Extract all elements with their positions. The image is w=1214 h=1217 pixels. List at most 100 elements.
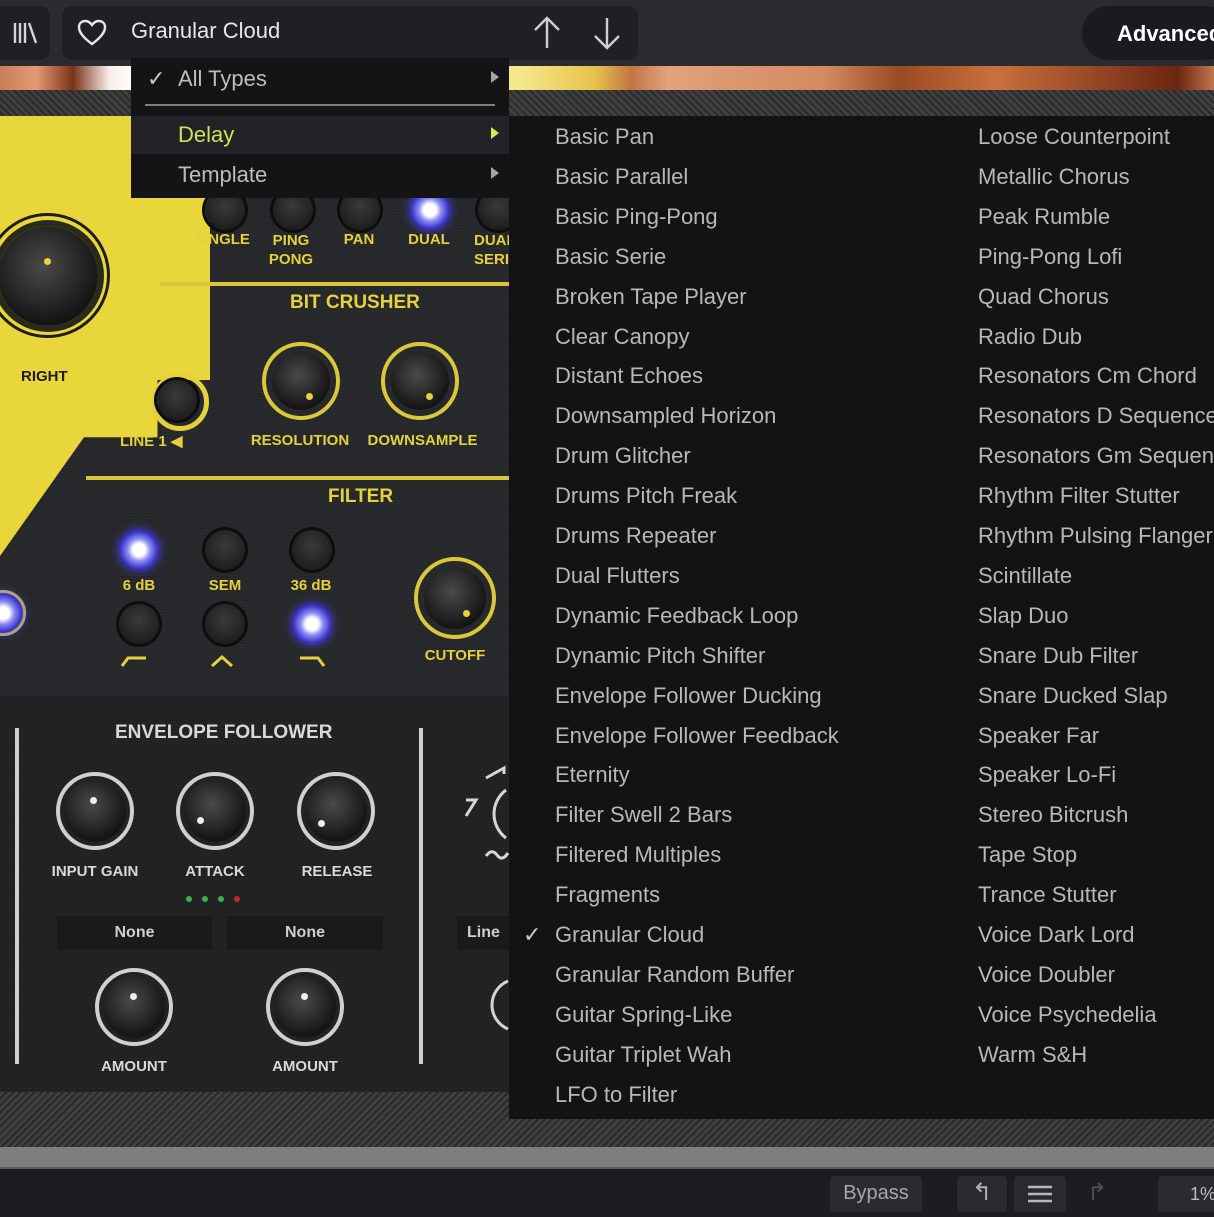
resolution-knob[interactable] (272, 352, 330, 410)
arrow-down-icon[interactable] (590, 14, 624, 52)
preset-item[interactable]: Rhythm Filter Stutter (978, 483, 1180, 509)
preset-item[interactable]: Filtered Multiples (555, 842, 721, 868)
line1-label: LINE 1 ◀ (120, 433, 183, 450)
preset-item[interactable]: Basic Serie (555, 244, 666, 270)
filter-highpass-button[interactable] (292, 604, 332, 644)
preset-item[interactable]: Speaker Lo-Fi (978, 762, 1116, 788)
preset-item[interactable]: Voice Psychedelia (978, 1002, 1157, 1028)
preset-item[interactable]: Metallic Chorus (978, 164, 1130, 190)
preset-item[interactable]: Basic Pan (555, 124, 654, 150)
preset-item[interactable]: Drum Glitcher (555, 443, 691, 469)
preset-item[interactable]: Guitar Triplet Wah (555, 1042, 731, 1068)
preset-item[interactable]: Voice Dark Lord (978, 922, 1135, 948)
preset-item[interactable]: Filter Swell 2 Bars (555, 802, 732, 828)
filter-sem-button[interactable] (205, 530, 245, 570)
section-divider (160, 282, 510, 286)
menu-item-delay[interactable]: Delay (131, 116, 509, 154)
preset-item[interactable]: Resonators Gm Sequence (978, 443, 1214, 469)
preset-item[interactable]: Guitar Spring-Like (555, 1002, 732, 1028)
right-label: RIGHT (21, 368, 68, 385)
preset-item[interactable]: Resonators Cm Chord (978, 363, 1197, 389)
cutoff-label: CUTOFF (424, 647, 486, 664)
preset-item[interactable]: Granular Cloud (555, 922, 704, 948)
preset-item[interactable]: Fragments (555, 882, 660, 908)
knob-indicator (318, 820, 325, 827)
bit-crusher-title: BIT CRUSHER (290, 292, 420, 313)
amount-knob-2[interactable] (274, 976, 336, 1038)
preset-item[interactable]: Quad Chorus (978, 284, 1109, 310)
filter-lowpass-button[interactable] (119, 604, 159, 644)
preset-item[interactable]: Drums Repeater (555, 523, 716, 549)
preset-item[interactable]: Basic Parallel (555, 164, 688, 190)
amount-label: AMOUNT (272, 1058, 338, 1075)
history-button[interactable] (1014, 1176, 1066, 1212)
submenu-arrow-icon (491, 167, 499, 179)
preset-item[interactable]: Voice Doubler (978, 962, 1115, 988)
destination-select[interactable]: None (57, 916, 212, 950)
cutoff-knob[interactable] (424, 567, 486, 629)
preset-item[interactable]: Stereo Bitcrush (978, 802, 1128, 828)
line1-button[interactable] (157, 380, 197, 420)
preset-item[interactable]: Dynamic Feedback Loop (555, 603, 798, 629)
preset-item[interactable]: Slap Duo (978, 603, 1069, 629)
lfo-destination-select[interactable]: Line (457, 916, 510, 950)
library-icon (13, 22, 38, 44)
release-knob[interactable] (305, 780, 367, 842)
advanced-button[interactable]: Advanced (1082, 6, 1214, 60)
preset-item[interactable]: Envelope Follower Ducking (555, 683, 822, 709)
preset-item[interactable]: Scintillate (978, 563, 1072, 589)
attack-label: ATTACK (185, 863, 245, 880)
preset-item[interactable]: Broken Tape Player (555, 284, 747, 310)
preset-item[interactable]: Resonators D Sequence (978, 403, 1214, 429)
lfo-waveform-selector[interactable] (460, 760, 510, 870)
downsample-label: DOWNSAMPLE (367, 432, 478, 449)
preset-item[interactable]: Clear Canopy (555, 324, 690, 350)
input-gain-knob[interactable] (64, 780, 126, 842)
sine-wave-icon (484, 850, 510, 860)
preset-item[interactable]: Envelope Follower Feedback (555, 723, 839, 749)
preset-item[interactable]: Eternity (555, 762, 630, 788)
knob-indicator (44, 258, 51, 265)
preset-item[interactable]: Peak Rumble (978, 204, 1110, 230)
preset-item[interactable]: Downsampled Horizon (555, 403, 776, 429)
attack-knob[interactable] (184, 780, 246, 842)
preset-item[interactable]: Basic Ping-Pong (555, 204, 718, 230)
preset-item[interactable]: Dual Flutters (555, 563, 680, 589)
preset-item[interactable]: Speaker Far (978, 723, 1099, 749)
preset-item[interactable]: LFO to Filter (555, 1082, 677, 1108)
preset-item[interactable]: Drums Pitch Freak (555, 483, 737, 509)
preset-item[interactable]: Radio Dub (978, 324, 1082, 350)
library-button[interactable] (0, 6, 50, 60)
preset-item[interactable]: Dynamic Pitch Shifter (555, 643, 765, 669)
filter-6db-button[interactable] (119, 530, 159, 570)
arrow-up-icon[interactable] (530, 14, 564, 52)
preset-item[interactable]: Loose Counterpoint (978, 124, 1170, 150)
menu-item-all-types[interactable]: ✓ All Types (131, 60, 509, 98)
destination-select[interactable]: None (227, 916, 383, 950)
filter-slope-label: 36 dB (290, 577, 332, 594)
preset-item[interactable]: Rhythm Pulsing Flanger (978, 523, 1213, 549)
redo-icon[interactable]: ↱ (1072, 1176, 1122, 1212)
lowpass-icon (120, 656, 146, 667)
preset-item[interactable]: Ping-Pong Lofi (978, 244, 1122, 270)
preset-item[interactable]: Tape Stop (978, 842, 1077, 868)
amount-knob-1[interactable] (103, 976, 165, 1038)
lfo-amount-knob[interactable] (490, 975, 510, 1035)
downsample-knob[interactable] (391, 352, 449, 410)
undo-icon[interactable]: ↰ (957, 1176, 1007, 1212)
right-knob[interactable] (0, 226, 98, 326)
preset-name[interactable]: Granular Cloud (131, 18, 280, 44)
preset-item[interactable]: Granular Random Buffer (555, 962, 794, 988)
menu-item-template[interactable]: Template (131, 156, 509, 194)
filter-bandpass-button[interactable] (205, 604, 245, 644)
heart-icon[interactable] (76, 17, 108, 49)
bottom-trim (0, 1147, 1214, 1169)
preset-item[interactable]: Snare Dub Filter (978, 643, 1138, 669)
preset-item[interactable]: Trance Stutter (978, 882, 1117, 908)
preset-item[interactable]: Warm S&H (978, 1042, 1087, 1068)
filter-36db-button[interactable] (292, 530, 332, 570)
preset-item[interactable]: Snare Ducked Slap (978, 683, 1168, 709)
preset-item[interactable]: Distant Echoes (555, 363, 703, 389)
cpu-meter: 1% (1158, 1176, 1214, 1212)
bypass-button[interactable]: Bypass (830, 1176, 922, 1212)
